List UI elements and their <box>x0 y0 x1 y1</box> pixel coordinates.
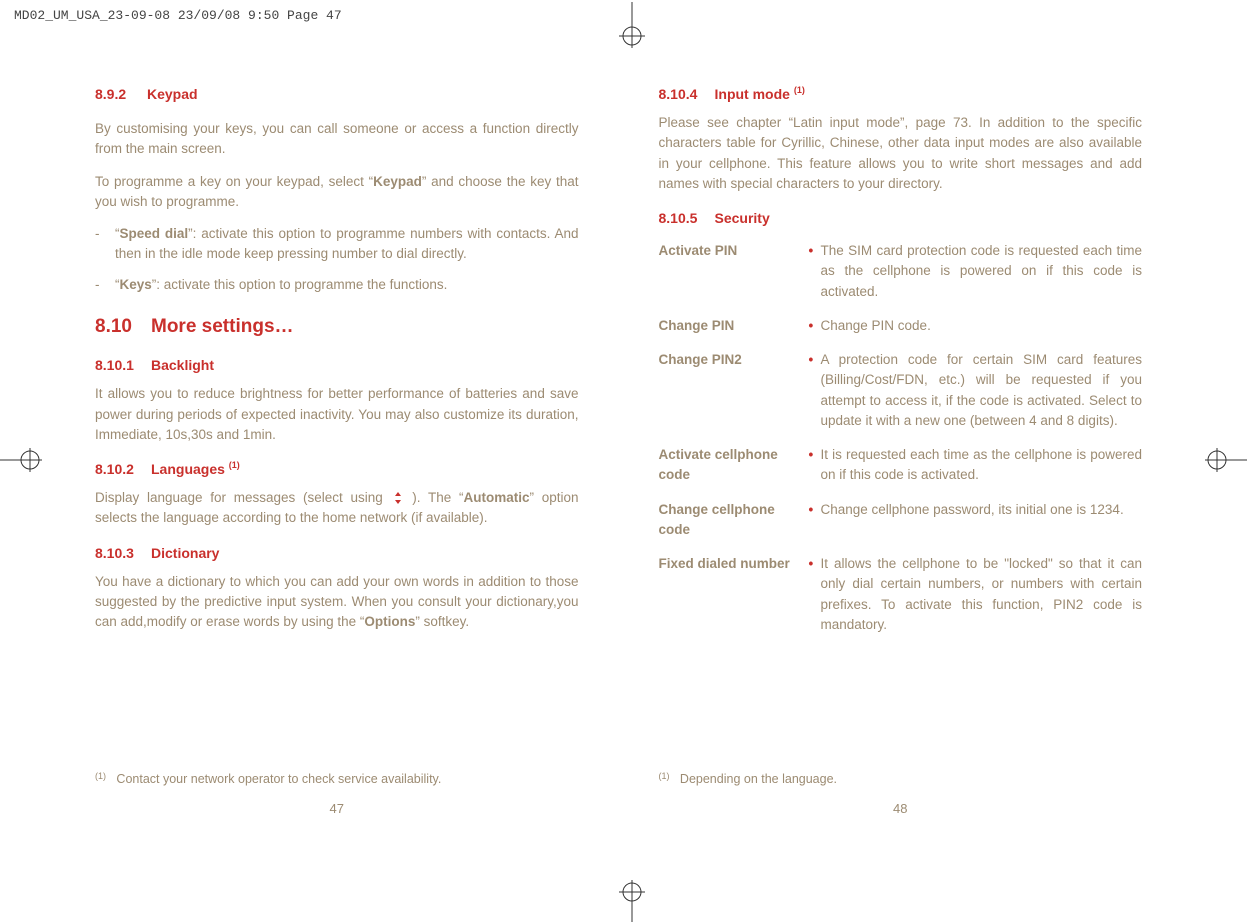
nav-updown-icon <box>391 491 405 505</box>
list-item: - “Speed dial”: activate this option to … <box>95 224 579 265</box>
heading-8-10-3: 8.10.3Dictionary <box>95 543 579 564</box>
imposition-slug: MD02_UM_USA_23-09-08 23/09/08 9:50 Page … <box>14 8 342 23</box>
security-table: Activate PIN •The SIM card protection co… <box>659 237 1143 645</box>
footnote: (1) Contact your network operator to che… <box>95 770 579 789</box>
registration-mark-left <box>0 442 44 478</box>
page-number: 48 <box>659 799 1143 819</box>
registration-mark-bottom <box>615 878 649 922</box>
table-row: Fixed dialed number •It allows the cellp… <box>659 550 1143 645</box>
footnote: (1) Depending on the language. <box>659 770 1143 789</box>
para: You have a dictionary to which you can a… <box>95 572 579 633</box>
bullet-list: - “Speed dial”: activate this option to … <box>95 224 579 295</box>
heading-8-10-2: 8.10.2Languages (1) <box>95 459 579 480</box>
table-row: Activate PIN •The SIM card protection co… <box>659 237 1143 312</box>
page-right: 8.10.4Input mode (1) Please see chapter … <box>659 84 1143 836</box>
table-row: Change PIN2 •A protection code for certa… <box>659 346 1143 441</box>
table-row: Change PIN •Change PIN code. <box>659 312 1143 346</box>
para: By customising your keys, you can call s… <box>95 119 579 160</box>
table-row: Change cellphone code •Change cellphone … <box>659 496 1143 551</box>
heading-8-10-5: 8.10.5Security <box>659 208 1143 229</box>
list-item: - “Keys”: activate this option to progra… <box>95 275 579 295</box>
para: Please see chapter “Latin input mode”, p… <box>659 113 1143 194</box>
heading-8-10-1: 8.10.1Backlight <box>95 355 579 376</box>
table-row: Activate cellphone code •It is requested… <box>659 441 1143 496</box>
registration-mark-right <box>1203 442 1247 478</box>
para: To programme a key on your keypad, selec… <box>95 172 579 213</box>
heading-8-10-4: 8.10.4Input mode (1) <box>659 84 1143 105</box>
registration-mark-top <box>615 2 649 52</box>
para: It allows you to reduce brightness for b… <box>95 384 579 445</box>
page-left: 8.9.2Keypad By customising your keys, yo… <box>95 84 579 836</box>
page-number: 47 <box>95 799 579 819</box>
heading-8-10: 8.10More settings… <box>95 313 579 342</box>
heading-8-9-2: 8.9.2Keypad <box>95 84 579 105</box>
para: Display language for messages (select us… <box>95 488 579 529</box>
